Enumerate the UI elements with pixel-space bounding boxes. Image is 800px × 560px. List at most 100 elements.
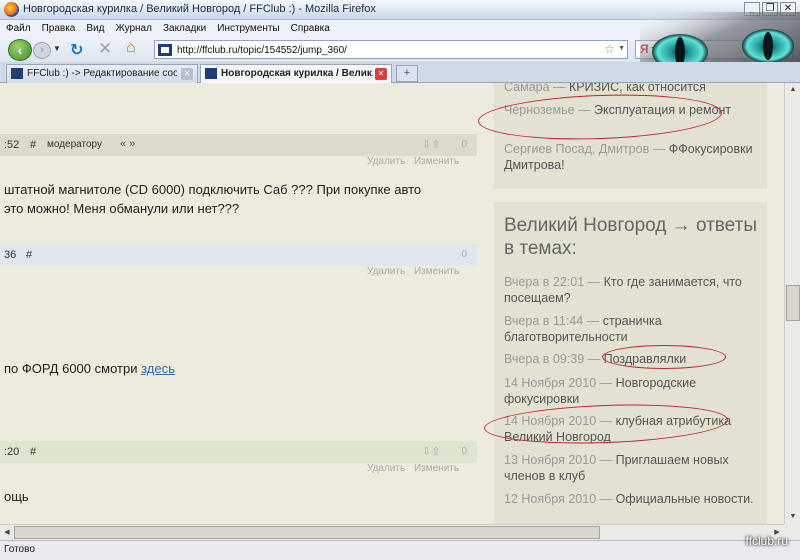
post-anchor[interactable]: # [30, 446, 36, 458]
tab-close-icon[interactable]: ✕ [375, 68, 387, 80]
navigation-toolbar: ‹ › ▼ ↻ ✕ ⌂ ☆ ▼ Я ▼ 🔍 [0, 37, 800, 62]
scroll-up-icon[interactable]: ▲ [786, 83, 800, 97]
scroll-left-icon[interactable]: ◀ [0, 526, 14, 539]
search-input[interactable] [664, 43, 774, 57]
stop-icon[interactable]: ✕ [98, 39, 112, 59]
vertical-scroll-thumb[interactable] [786, 285, 800, 321]
close-button[interactable]: ✕ [780, 2, 796, 16]
engine-dropdown-icon[interactable]: ▼ [650, 46, 657, 53]
tab-label: Новгородская курилка / Велик... [221, 68, 373, 79]
new-tab-button[interactable]: + [396, 65, 418, 82]
reply-date: 13 Ноября 2010 — [504, 453, 616, 467]
menu-file[interactable]: Файл [0, 20, 36, 37]
minimize-button[interactable]: _ [744, 2, 760, 16]
url-dropdown-icon[interactable]: ▼ [618, 45, 625, 52]
tab-label: FFClub :) -> Редактирование сообще... [27, 68, 177, 79]
topic-link[interactable]: КРИЗИС, как относится [569, 83, 706, 94]
tab-novgorod-kurilka[interactable]: Новгородская курилка / Велик... ✕ [200, 64, 392, 83]
reply-item[interactable]: 14 Ноября 2010 — клубная атрибутика Вели… [504, 413, 762, 445]
search-box[interactable]: Я ▼ 🔍 [635, 40, 793, 59]
region-name: Сергиев Посад, Дмитров — [504, 142, 669, 156]
status-text: Готово [4, 544, 35, 555]
tab-favicon [205, 68, 217, 79]
reply-date: 12 Ноября 2010 — [504, 492, 616, 506]
vertical-scrollbar[interactable]: ▲ ▼ [784, 83, 800, 524]
menu-edit[interactable]: Правка [36, 20, 81, 37]
reply-item[interactable]: 13 Ноября 2010 — Приглашаем новых членов… [504, 452, 762, 484]
menu-history[interactable]: Журнал [109, 20, 157, 37]
menu-tools[interactable]: Инструменты [211, 20, 284, 37]
edit-link[interactable]: Изменить [414, 156, 459, 167]
url-input[interactable] [177, 43, 597, 57]
post-text: по ФОРД 6000 смотри [4, 361, 142, 376]
reply-item[interactable]: 14 Ноября 2010 — Новгородские фокусировк… [504, 375, 762, 407]
sidebar-topic[interactable]: Самара — КРИЗИС, как относится [504, 83, 762, 95]
menu-bookmarks[interactable]: Закладки [157, 20, 211, 37]
post-actions: Удалить Изменить [367, 156, 465, 167]
site-favicon [158, 44, 172, 56]
reply-item[interactable]: Вчера в 11:44 — страничка благотворитель… [504, 313, 762, 345]
vote-arrows-icon[interactable]: ⇩⇧ [422, 138, 440, 151]
page-content: :52 # модератору « » ⇩⇧ 0 Удалить Измени… [0, 83, 784, 524]
bookmark-star-icon[interactable]: ☆ [604, 42, 615, 56]
tab-bar: FFClub :) -> Редактирование сообще... ✕ … [0, 62, 800, 83]
edit-link[interactable]: Изменить [414, 266, 459, 277]
scroll-down-icon[interactable]: ▼ [786, 510, 800, 524]
horizontal-scrollbar[interactable]: ◀ ▶ [0, 524, 784, 540]
back-arrow-icon: ‹ [17, 42, 23, 58]
maximize-button[interactable]: ❐ [762, 2, 778, 16]
menu-bar: Файл Правка Вид Журнал Закладки Инструме… [0, 20, 800, 37]
topic-link[interactable]: Поздравлялки [604, 352, 687, 366]
post-anchor[interactable]: # [26, 249, 32, 261]
reply-date: Вчера в 22:01 — [504, 275, 604, 289]
sidebar-novgorod-replies: Великий Новгород → ответы в темах: Вчера… [494, 202, 767, 524]
forward-button[interactable]: › [33, 42, 51, 59]
menu-view[interactable]: Вид [80, 20, 109, 37]
vote-count: 0 [461, 139, 467, 150]
horizontal-scroll-thumb[interactable] [14, 526, 600, 539]
sidebar-topics-other: Самара — КРИЗИС, как относится Черноземь… [494, 83, 767, 189]
quote-arrows[interactable]: « » [120, 138, 135, 150]
sidebar-topic[interactable]: Черноземье — Эксплуатация и ремонт [504, 102, 762, 118]
search-icon[interactable]: 🔍 [775, 42, 789, 55]
forward-arrow-icon: › [40, 44, 44, 56]
edit-link[interactable]: Изменить [414, 463, 459, 474]
region-name: Самара — [504, 83, 570, 94]
reply-item[interactable]: Вчера в 09:39 — Поздравлялки [504, 351, 762, 367]
topic-link[interactable]: Эксплуатация и ремонт [594, 103, 731, 117]
tab-favicon [11, 68, 23, 79]
vote-count: 0 [461, 249, 467, 260]
tab-edit-message[interactable]: FFClub :) -> Редактирование сообще... ✕ [6, 64, 198, 83]
here-link[interactable]: здесь [141, 361, 175, 376]
reply-date: 14 Ноября 2010 — [504, 414, 616, 428]
reply-date: Вчера в 11:44 — [504, 314, 603, 328]
post-actions: Удалить Изменить [367, 266, 465, 277]
reply-item[interactable]: Вчера в 22:01 — Кто где занимается, что … [504, 274, 762, 306]
delete-link[interactable]: Удалить [367, 156, 405, 167]
post-actions: Удалить Изменить [367, 463, 465, 474]
moderator-link[interactable]: модератору [47, 139, 102, 150]
tab-close-icon[interactable]: ✕ [181, 68, 193, 80]
post-line: ощь [4, 489, 29, 504]
reload-icon[interactable]: ↻ [70, 40, 83, 60]
post-anchor[interactable]: # [30, 139, 36, 151]
region-name: Черноземье — [504, 103, 594, 117]
topic-link[interactable]: Официальные новости. [616, 492, 754, 506]
back-button[interactable]: ‹ [8, 39, 32, 61]
delete-link[interactable]: Удалить [367, 463, 405, 474]
reply-item[interactable]: 12 Ноября 2010 — Официальные новости. [504, 491, 762, 507]
sidebar-topic[interactable]: Сергиев Посад, Дмитров — ФФокусировки Дм… [504, 141, 762, 173]
menu-help[interactable]: Справка [285, 20, 335, 37]
post-body: ощь [4, 487, 29, 506]
home-icon[interactable]: ⌂ [126, 39, 136, 57]
reply-date: 14 Ноября 2010 — [504, 376, 616, 390]
address-bar[interactable]: ☆ ▼ [154, 40, 628, 59]
history-dropdown-icon[interactable]: ▼ [53, 44, 61, 53]
title-bar: Новгородская курилка / Великий Новгород … [0, 0, 800, 20]
reply-date: Вчера в 09:39 — [504, 352, 604, 366]
delete-link[interactable]: Удалить [367, 266, 405, 277]
yandex-icon[interactable]: Я [640, 42, 649, 56]
post-time: :20 [4, 446, 20, 458]
post-time: 36 [4, 249, 17, 261]
vote-arrows-icon[interactable]: ⇩⇧ [422, 445, 440, 458]
